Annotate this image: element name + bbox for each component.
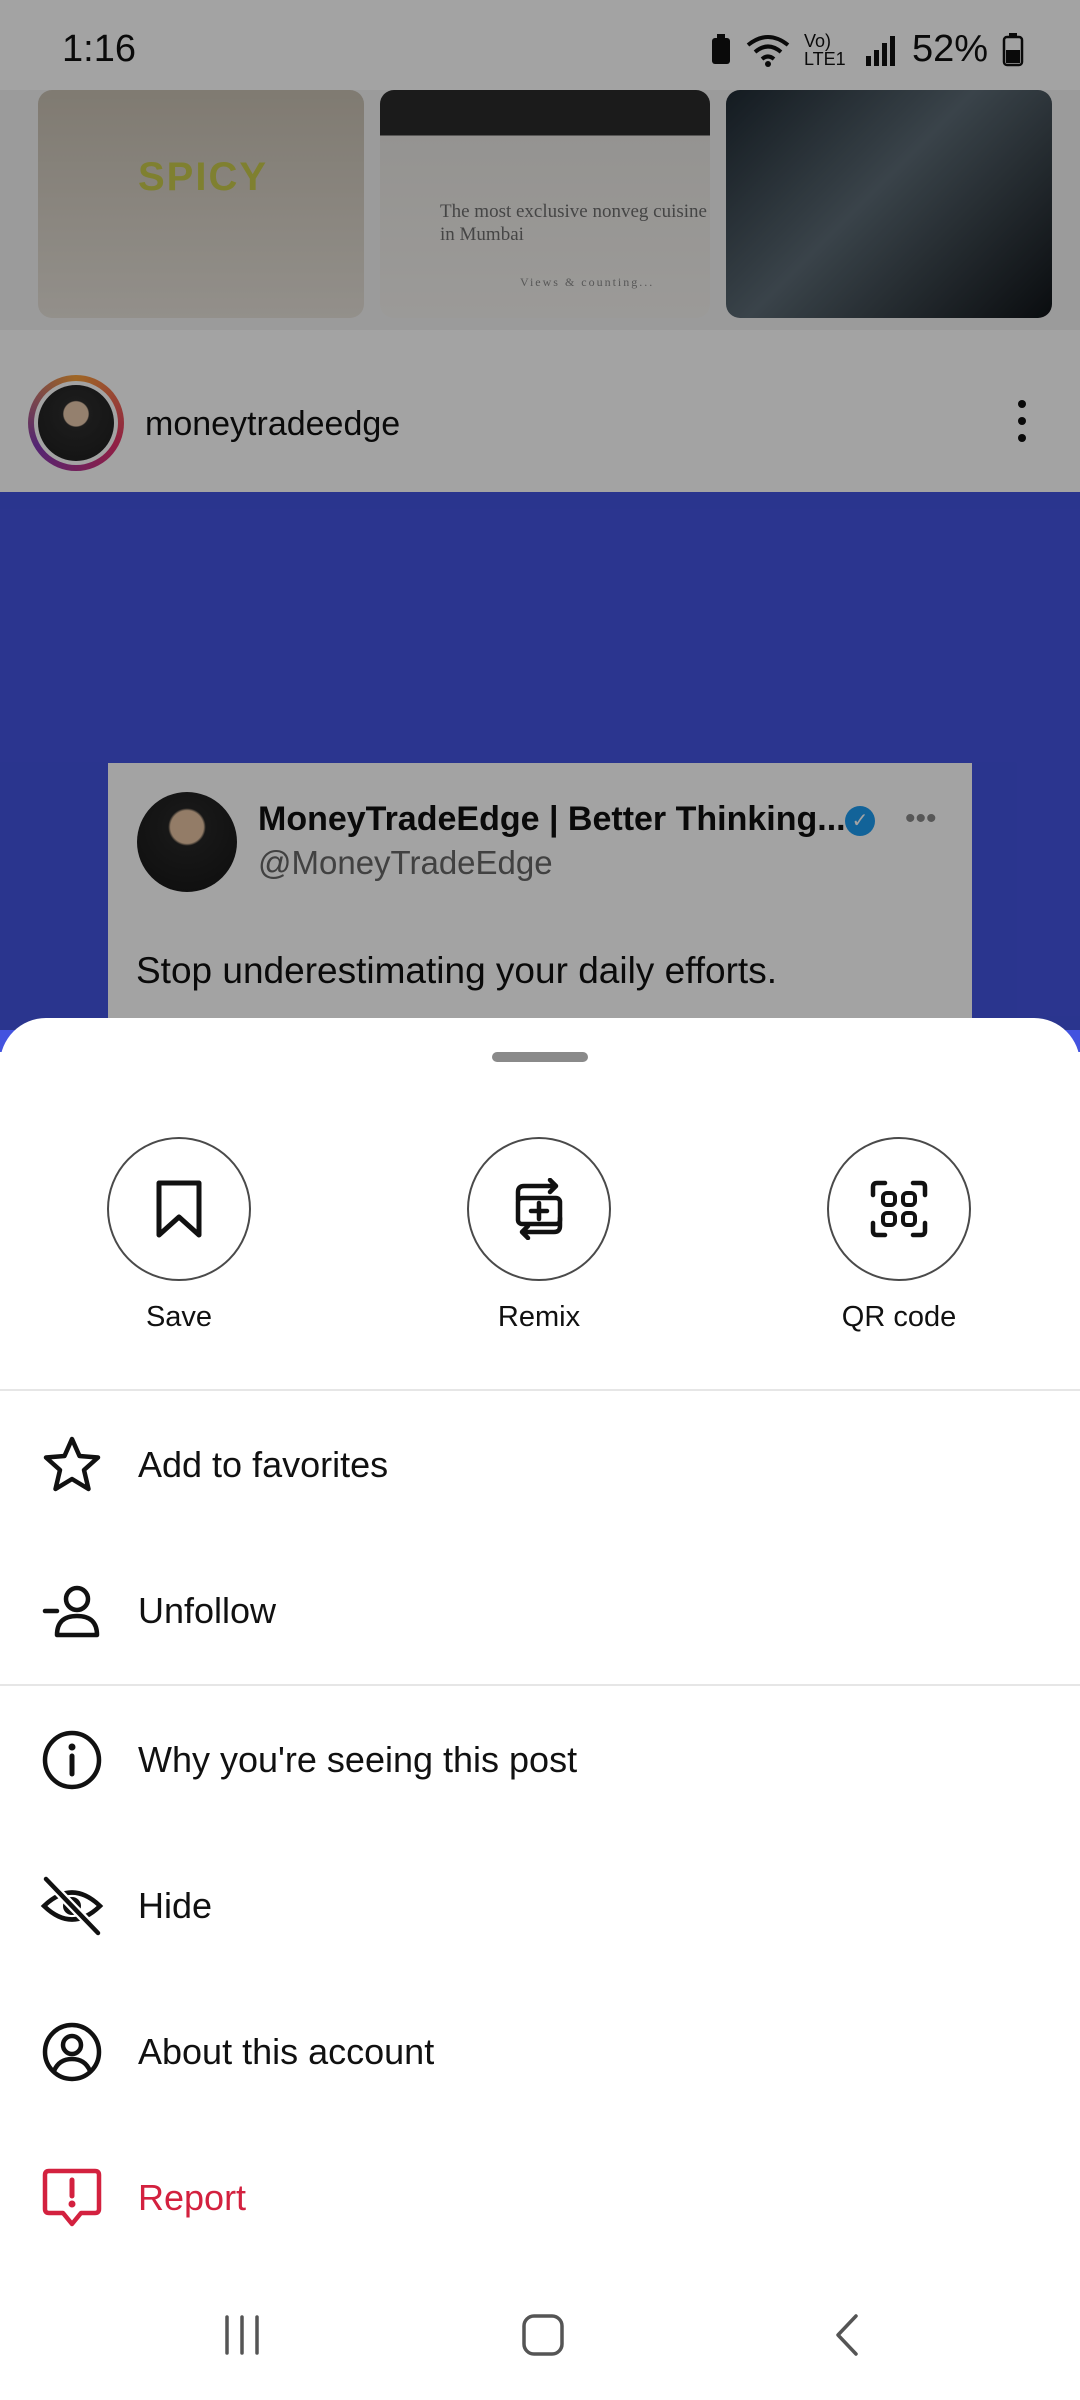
sheet-drag-handle[interactable] <box>492 1052 588 1062</box>
qr-code-button[interactable]: QR code <box>824 1137 974 1334</box>
report-item[interactable]: Report <box>0 2125 1080 2271</box>
star-icon <box>36 1429 108 1501</box>
back-icon <box>836 2314 858 2356</box>
scrim-overlay[interactable] <box>0 0 1080 1030</box>
remix-circle[interactable] <box>467 1137 611 1281</box>
unfollow-icon <box>36 1575 108 1647</box>
home-button[interactable] <box>503 2300 583 2370</box>
report-label: Report <box>138 2177 247 2218</box>
recent-apps-icon <box>225 2315 259 2355</box>
hide-label: Hide <box>138 1885 213 1926</box>
why-seeing-post-label: Why you're seeing this post <box>138 1739 578 1780</box>
about-account-label: About this account <box>138 2031 435 2072</box>
unfollow-item[interactable]: Unfollow <box>0 1538 1080 1684</box>
qr-code-icon <box>870 1180 928 1238</box>
eye-off-icon <box>36 1870 108 1942</box>
account-circle-icon <box>36 2016 108 2088</box>
qr-code-circle[interactable] <box>827 1137 971 1281</box>
info-icon <box>36 1724 108 1796</box>
why-seeing-post-item[interactable]: Why you're seeing this post <box>0 1687 1080 1833</box>
add-to-favorites-item[interactable]: Add to favorites <box>0 1392 1080 1538</box>
qr-code-label: QR code <box>841 1301 957 1333</box>
remix-label: Remix <box>497 1301 581 1333</box>
section-divider <box>0 1684 1080 1686</box>
back-button[interactable] <box>807 2300 887 2370</box>
remix-button[interactable]: Remix <box>464 1137 614 1334</box>
about-account-item[interactable]: About this account <box>0 1979 1080 2125</box>
save-label: Save <box>145 1301 213 1333</box>
section-divider <box>0 1389 1080 1391</box>
remix-icon <box>515 1178 563 1240</box>
save-circle[interactable] <box>107 1137 251 1281</box>
recent-apps-button[interactable] <box>202 2300 282 2370</box>
home-icon <box>522 2314 564 2356</box>
unfollow-label: Unfollow <box>138 1590 277 1631</box>
save-button[interactable]: Save <box>104 1137 254 1334</box>
hide-item[interactable]: Hide <box>0 1833 1080 1979</box>
add-to-favorites-label: Add to favorites <box>138 1444 389 1485</box>
bookmark-icon <box>156 1180 202 1238</box>
report-icon <box>36 2162 108 2234</box>
